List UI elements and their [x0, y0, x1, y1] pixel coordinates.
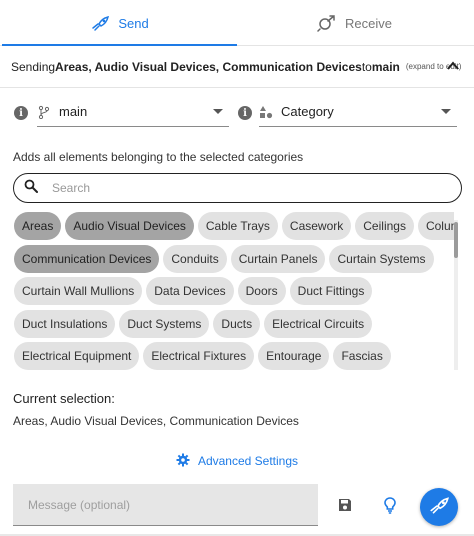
chip-curtain-wall-mullions[interactable]: Curtain Wall Mullions [14, 277, 143, 305]
selection-summary[interactable]: Sending Areas, Audio Visual Devices, Com… [0, 46, 474, 88]
gear-icon [176, 453, 198, 470]
chip-curtain-panels[interactable]: Curtain Panels [230, 245, 326, 273]
search-icon [24, 179, 38, 198]
summary-middle: to [361, 59, 372, 74]
chip-electrical-fixtures[interactable]: Electrical Fixtures [143, 342, 255, 370]
chip-electrical-circuits[interactable]: Electrical Circuits [264, 310, 373, 338]
chip-data-devices[interactable]: Data Devices [146, 277, 234, 305]
summary-branch: main [371, 59, 400, 74]
tab-receive-label: Receive [345, 15, 392, 31]
category-hint: Adds all elements belonging to the selec… [13, 150, 304, 164]
tab-send[interactable]: Send [2, 0, 237, 46]
chip-cable-trays[interactable]: Cable Trays [197, 212, 278, 240]
branch-select[interactable]: main [37, 97, 229, 127]
chip-list-scroll-thumb[interactable] [454, 222, 458, 258]
save-floppy-icon [337, 497, 353, 518]
chip-row: Areas Audio Visual Devices Cable Trays C… [14, 212, 454, 240]
advanced-settings-label: Advanced Settings [197, 454, 299, 468]
chip-entourage[interactable]: Entourage [258, 342, 330, 370]
info-icon[interactable]: i [238, 106, 252, 120]
branch-select-value: main [59, 104, 88, 119]
chip-row: Duct Insulations Duct Systems Ducts Elec… [14, 310, 373, 338]
filter-select-value: Category [281, 104, 334, 119]
lightbulb-icon [382, 496, 398, 519]
category-shapes-icon [259, 105, 273, 119]
dropdown-arrow-icon [441, 109, 451, 114]
chip-row: Curtain Wall Mullions Data Devices Doors… [14, 277, 373, 305]
chip-communication-devices[interactable]: Communication Devices [14, 245, 160, 273]
search-box[interactable] [13, 173, 462, 203]
filter-select[interactable]: Category [259, 97, 457, 127]
send-button[interactable] [420, 488, 458, 526]
chip-ceilings[interactable]: Ceilings [355, 212, 414, 240]
chip-electrical-equipment[interactable]: Electrical Equipment [14, 342, 140, 370]
send-rocket-icon [90, 14, 110, 32]
chip-audio-visual-devices[interactable]: Audio Visual Devices [65, 212, 194, 240]
chip-doors[interactable]: Doors [237, 277, 286, 305]
message-field[interactable] [13, 484, 318, 526]
dropdown-arrow-icon [213, 109, 223, 114]
save-button[interactable] [333, 495, 357, 519]
chip-areas[interactable]: Areas [14, 212, 62, 240]
info-icon[interactable]: i [14, 106, 28, 120]
chip-conduits[interactable]: Conduits [163, 245, 227, 273]
summary-prefix: Sending [11, 59, 56, 74]
tab-bar: Send Receive [0, 0, 474, 46]
chip-duct-fittings[interactable]: Duct Fittings [289, 277, 373, 305]
send-rocket-icon [428, 495, 450, 520]
chip-casework[interactable]: Casework [281, 212, 352, 240]
chip-row: Electrical Equipment Electrical Fixtures… [14, 342, 391, 370]
current-selection-label: Current selection: [13, 391, 115, 406]
receive-icon [317, 14, 337, 32]
tip-button[interactable] [378, 495, 402, 519]
message-input[interactable] [28, 497, 308, 512]
chip-ducts[interactable]: Ducts [213, 310, 261, 338]
advanced-settings-button[interactable]: Advanced Settings [0, 452, 474, 470]
chip-duct-insulations[interactable]: Duct Insulations [14, 310, 116, 338]
chip-columns[interactable]: Columns [417, 212, 454, 240]
chip-curtain-systems[interactable]: Curtain Systems [329, 245, 434, 273]
tab-receive[interactable]: Receive [237, 0, 472, 46]
tab-send-label: Send [118, 15, 149, 31]
chip-fascias[interactable]: Fascias [333, 342, 391, 370]
category-chip-list: Areas Audio Visual Devices Cable Trays C… [14, 210, 454, 374]
search-input[interactable] [52, 181, 432, 195]
chip-duct-systems[interactable]: Duct Systems [119, 310, 210, 338]
chip-row: Communication Devices Conduits Curtain P… [14, 245, 434, 273]
summary-categories: Areas, Audio Visual Devices, Communicati… [55, 59, 362, 74]
current-selection-value: Areas, Audio Visual Devices, Communicati… [13, 414, 299, 428]
git-branch-icon [37, 105, 51, 119]
chevron-up-icon[interactable] [446, 59, 460, 73]
